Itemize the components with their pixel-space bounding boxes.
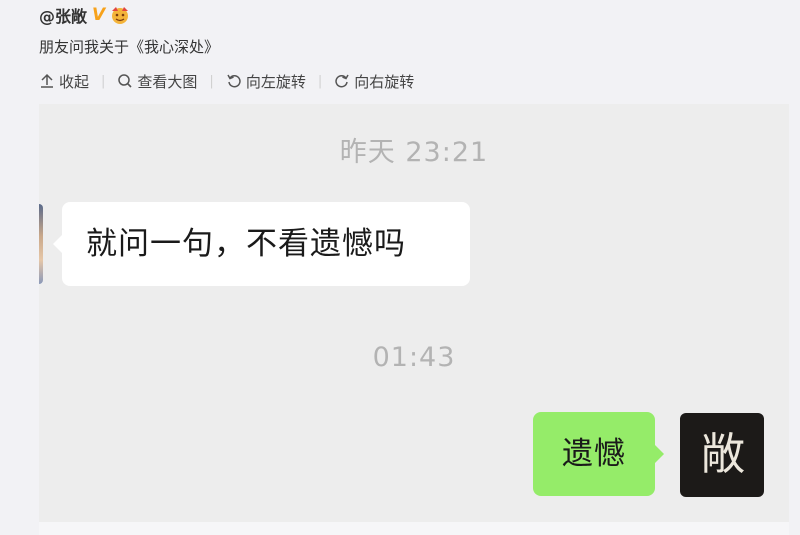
incoming-message-bubble: 就问一句，不看遗憾吗: [53, 202, 470, 286]
author-row: @张敞 V: [39, 4, 131, 26]
view-large-label: 查看大图: [137, 72, 198, 91]
outgoing-message-bubble: 遗憾: [533, 412, 664, 496]
rotate-left-label: 向左旋转: [245, 72, 306, 91]
rotate-right-icon: [335, 74, 349, 88]
rotate-right-button[interactable]: 向右旋转: [334, 71, 414, 92]
rotate-left-button[interactable]: 向左旋转: [226, 71, 306, 92]
author-name[interactable]: @张敞: [39, 3, 87, 27]
chat-screenshot-image[interactable]: 昨天 23:21 就问一句，不看遗憾吗 01:43 遗憾 敞: [39, 104, 789, 522]
emoji-badge-icon: [109, 5, 131, 25]
rotate-left-icon: [227, 74, 241, 88]
image-bottom-strip: [39, 522, 789, 535]
toolbar-divider: |: [101, 73, 106, 89]
collapse-button[interactable]: 收起: [39, 71, 89, 92]
avatar: 敞: [680, 413, 764, 497]
toolbar-divider: |: [317, 73, 323, 89]
chat-timestamp: 昨天 23:21: [339, 137, 489, 168]
collapse-icon: [41, 73, 53, 88]
view-large-button[interactable]: 查看大图: [117, 71, 197, 92]
toolbar-divider: |: [209, 73, 214, 89]
weibo-post: @张敞 V 朋友问我关于《我心深处》 收起 | 查看大图 | 向左旋转 | 向右…: [0, 0, 800, 535]
avatar: [39, 204, 43, 284]
image-toolbar: 收起 | 查看大图 | 向左旋转 | 向右旋转: [39, 70, 414, 92]
post-text: 朋友问我关于《我心深处》: [39, 38, 220, 56]
verified-badge-icon[interactable]: V: [92, 6, 105, 24]
collapse-label: 收起: [59, 72, 90, 91]
avatar-calligraphy: 敞: [701, 429, 745, 480]
chat-timestamp: 01:43: [372, 342, 456, 373]
rotate-right-label: 向右旋转: [354, 72, 415, 91]
search-icon: [118, 74, 132, 88]
